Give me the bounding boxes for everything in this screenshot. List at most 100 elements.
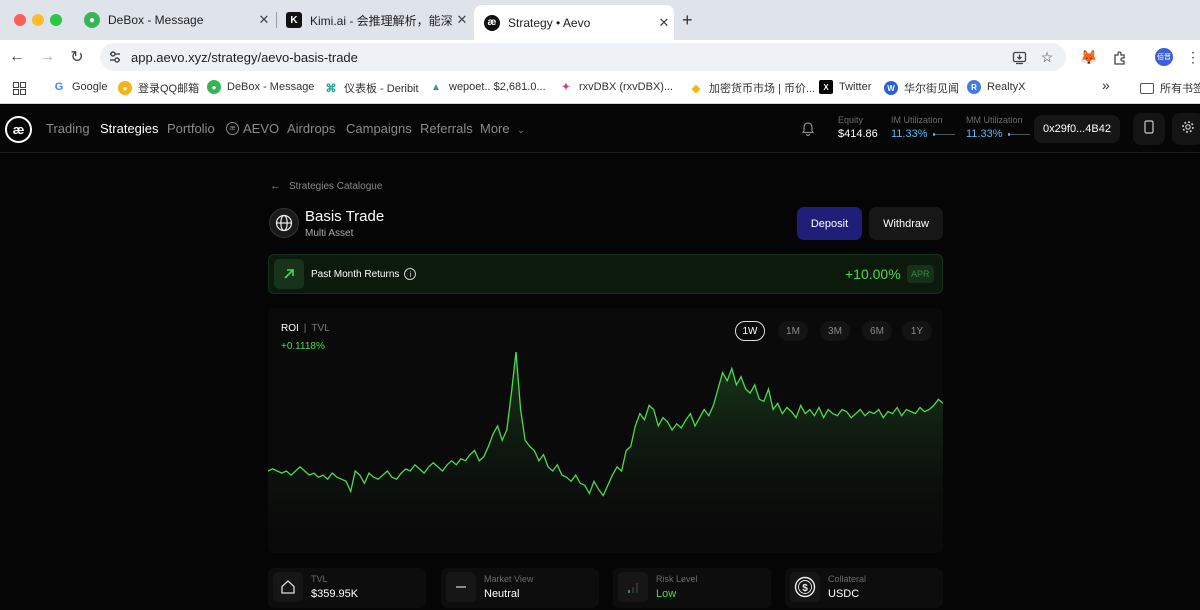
bookmark-label: DeBox - Message [227, 81, 315, 93]
google-icon: G [52, 80, 66, 94]
aevo-app: æ Trading Strategies Portfolio æ AEVO Ai… [0, 105, 1200, 610]
stat-label: Collateral [828, 574, 867, 584]
aevo-token-icon: æ [226, 122, 239, 135]
bookmark-debox[interactable]: ● DeBox - Message [207, 80, 314, 94]
info-icon[interactable]: i [404, 268, 417, 280]
tvl-toggle[interactable]: TVL [311, 323, 329, 334]
browser-tab-aevo[interactable]: æ Strategy • Aevo ✕ [474, 5, 674, 40]
nav-more[interactable]: More ⌄ [480, 121, 525, 136]
returns-label: Past Month Returns i [311, 268, 417, 280]
bookmark-label: 登录QQ邮箱 [138, 83, 200, 95]
address-bar[interactable]: app.aevo.xyz/strategy/aevo-basis-trade ☆ [100, 43, 1066, 71]
browser-menu-icon[interactable]: ⋮ [1184, 48, 1200, 66]
rxvdbx-icon: ✦ [559, 80, 573, 94]
more-bookmarks-button[interactable]: » [1102, 77, 1110, 93]
notification-bell-icon[interactable] [800, 120, 816, 137]
equity-label: Equity [838, 115, 864, 125]
wepoet-icon: ▲ [429, 80, 443, 94]
bookmark-binance[interactable]: ◆ 加密货币市场 | 币价... [689, 80, 815, 96]
strategy-title: Basis Trade [305, 208, 385, 225]
bookmark-google[interactable]: G Google [52, 80, 107, 94]
stat-collateral: $ Collateral USDC [785, 568, 943, 608]
settings-button[interactable] [1172, 113, 1200, 145]
wallet-address-button[interactable]: 0x29f0...4B42 [1034, 115, 1120, 143]
nav-strategies[interactable]: Strategies [100, 121, 159, 136]
bookmark-twitter[interactable]: X Twitter [819, 80, 871, 94]
stat-tvl: TVL $359.95K [268, 568, 426, 608]
im-utilization-bar [932, 132, 955, 136]
bookmark-deribit[interactable]: ⌘ 仪表板 - Deribit [324, 80, 419, 96]
equity-metric: Equity $414.86 [838, 115, 878, 140]
bookmark-rxvdbx[interactable]: ✦ rxvDBX (rxvDBX)... [559, 80, 673, 94]
stat-market-view: Market View Neutral [441, 568, 599, 608]
nav-airdrops[interactable]: Airdrops [287, 121, 335, 136]
profile-avatar[interactable]: 佰晋 [1155, 48, 1173, 66]
nav-trading[interactable]: Trading [46, 121, 90, 136]
mm-utilization-label: MM Utilization [966, 115, 1023, 125]
apps-grid-icon[interactable] [13, 82, 26, 95]
url-text[interactable]: app.aevo.xyz/strategy/aevo-basis-trade [131, 50, 358, 65]
bookmark-label: Google [72, 81, 108, 93]
site-settings-icon[interactable] [106, 48, 124, 66]
arrow-up-right-icon [274, 259, 304, 289]
nav-referrals[interactable]: Referrals [420, 121, 473, 136]
breadcrumb[interactable]: ← Strategies Catalogue [270, 180, 382, 192]
extensions-icon[interactable] [1110, 48, 1128, 66]
binance-icon: ◆ [689, 81, 703, 95]
returns-banner: Past Month Returns i +10.00% APR [268, 254, 943, 294]
range-1m-button[interactable]: 1M [778, 321, 808, 341]
range-3m-button[interactable]: 3M [820, 321, 850, 341]
im-utilization-label: IM Utilization [891, 115, 943, 125]
browser-tab-kimi[interactable]: K Kimi.ai - 会推理解析，能深度思 ✕ [276, 6, 472, 34]
bookmark-label: 加密货币市场 | 币价... [709, 83, 816, 95]
debox-icon: ● [84, 12, 100, 28]
roi-chart [268, 352, 943, 553]
bookmark-wepoet[interactable]: ▲ wepoet.. $2,681.0... [429, 80, 546, 94]
roi-toggle[interactable]: ROI [281, 323, 299, 334]
nav-campaigns[interactable]: Campaigns [346, 121, 412, 136]
bookmark-star-icon[interactable]: ☆ [1038, 48, 1056, 66]
nav-portfolio[interactable]: Portfolio [167, 121, 215, 136]
range-6m-button[interactable]: 6M [862, 321, 892, 341]
all-bookmarks-folder[interactable]: 所有书签 [1140, 80, 1200, 96]
close-tab-icon[interactable]: ✕ [254, 12, 274, 28]
close-tab-icon[interactable]: ✕ [654, 15, 674, 31]
equity-value: $414.86 [838, 128, 878, 140]
im-utilization-metric: IM Utilization 11.33% [891, 115, 955, 140]
range-1w-button[interactable]: 1W [735, 321, 765, 341]
minimize-window-button[interactable] [32, 14, 44, 26]
stat-label: Market View [484, 574, 534, 584]
close-tab-icon[interactable]: ✕ [452, 12, 472, 28]
bookmark-qq-mail[interactable]: ● 登录QQ邮箱 [118, 80, 199, 96]
usdc-icon: $ [790, 572, 820, 602]
install-app-icon[interactable] [1010, 48, 1028, 66]
withdraw-button[interactable]: Withdraw [869, 207, 943, 240]
reload-button[interactable]: ↻ [66, 46, 88, 68]
close-window-button[interactable] [14, 14, 26, 26]
nav-more-label: More [480, 121, 510, 136]
forward-button[interactable]: → [36, 46, 58, 68]
bookmarks-bar: G Google ● 登录QQ邮箱 ● DeBox - Message ⌘ 仪表板 - … [0, 74, 1200, 104]
mobile-app-button[interactable] [1133, 113, 1165, 145]
nav-aevo[interactable]: æ AEVO [226, 121, 279, 136]
maximize-window-button[interactable] [50, 14, 62, 26]
metamask-icon[interactable]: 🦊 [1080, 48, 1098, 66]
vault-icon [273, 572, 303, 602]
metric-toggle: ROI | TVL [281, 323, 330, 334]
stat-risk-level: Risk Level Low [613, 568, 771, 608]
toggle-separator: | [303, 323, 307, 334]
range-1y-button[interactable]: 1Y [902, 321, 932, 341]
chevron-down-icon: ⌄ [517, 125, 525, 135]
aevo-logo[interactable]: æ [5, 116, 32, 143]
bookmark-label: RealtyX [987, 81, 1026, 93]
bookmark-wallstreetcn[interactable]: W 华尔街见闻 [884, 80, 959, 96]
breadcrumb-label: Strategies Catalogue [289, 180, 383, 192]
back-button[interactable]: ← [6, 46, 28, 68]
browser-tab-debox[interactable]: ● DeBox - Message ✕ [74, 6, 274, 34]
bookmark-realtyx[interactable]: R RealtyX [967, 80, 1026, 94]
new-tab-button[interactable]: + [682, 10, 693, 30]
mm-utilization-bar [1007, 132, 1030, 136]
stat-value: $359.95K [311, 588, 359, 600]
top-navigation: æ Trading Strategies Portfolio æ AEVO Ai… [0, 105, 1200, 153]
deposit-button[interactable]: Deposit [797, 207, 862, 240]
